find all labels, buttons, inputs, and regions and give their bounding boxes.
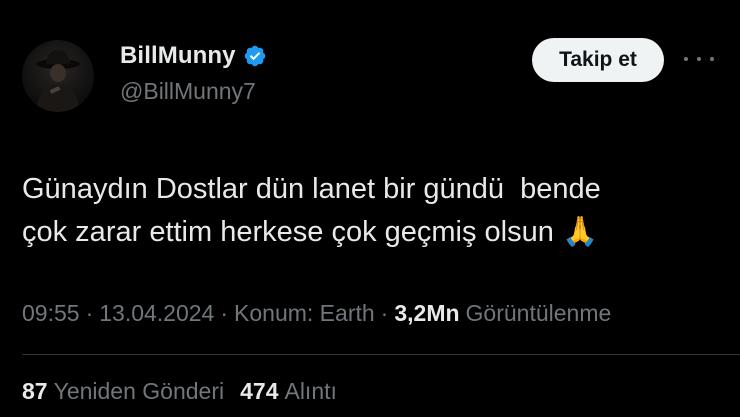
reposts-stat[interactable]: 87 Yeniden Gönderi <box>22 378 224 405</box>
author-name-row: BillMunny <box>120 42 267 70</box>
more-dot <box>697 57 701 61</box>
tweet-date[interactable]: 13.04.2024 <box>99 300 214 327</box>
meta-separator: · <box>85 300 94 326</box>
avatar[interactable] <box>22 40 94 112</box>
more-dot <box>684 57 688 61</box>
folded-hands-emoji: 🙏 <box>561 214 599 248</box>
tweet-metadata: 09:55 · 13.04.2024 · Konum: Earth · 3,2M… <box>22 300 611 327</box>
more-dot <box>710 57 714 61</box>
tweet-text-line-1: Günaydın Dostlar dün lanet bir gündü ben… <box>22 173 601 205</box>
tweet-location: Konum: Earth <box>234 300 375 326</box>
quotes-label: Alıntı <box>284 378 337 404</box>
tweet-card: BillMunny @BillMunny7 Takip et Günaydın … <box>0 0 740 417</box>
author-display-name[interactable]: BillMunny <box>120 42 236 70</box>
quotes-stat[interactable]: 474 Alıntı <box>240 378 337 405</box>
follow-button[interactable]: Takip et <box>532 38 664 82</box>
views-count[interactable]: 3,2Mn <box>394 300 459 327</box>
quotes-count: 474 <box>240 378 279 404</box>
tweet-stats: 87 Yeniden Gönderi 474 Alıntı <box>22 378 353 405</box>
verified-badge-icon <box>243 44 267 68</box>
views-label: Görüntülenme <box>465 300 612 326</box>
author-handle[interactable]: @BillMunny7 <box>120 78 256 105</box>
tweet-time[interactable]: 09:55 <box>22 300 80 327</box>
reposts-count: 87 <box>22 378 48 404</box>
divider <box>22 354 740 355</box>
more-horizontal-icon[interactable] <box>684 48 714 70</box>
meta-separator: · <box>220 300 229 326</box>
tweet-text: Günaydın Dostlar dün lanet bir gündü ben… <box>22 168 722 253</box>
meta-separator: · <box>380 300 389 326</box>
reposts-label: Yeniden Gönderi <box>53 378 225 404</box>
avatar-image <box>36 50 80 112</box>
tweet-text-line-2: çok zarar ettim herkese çok geçmiş olsun <box>22 216 554 248</box>
